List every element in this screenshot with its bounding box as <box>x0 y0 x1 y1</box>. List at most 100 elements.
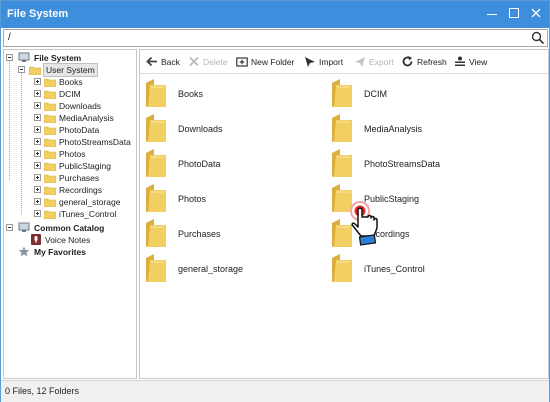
collapse-toggle[interactable] <box>18 66 25 73</box>
folder-icon <box>44 102 56 111</box>
folder-icon <box>44 186 56 195</box>
path-input[interactable]: / <box>8 32 11 43</box>
tree-label-common-catalog: Common Catalog <box>34 223 105 233</box>
folder-name: general_storage <box>178 264 244 274</box>
folder-item[interactable]: PhotoData <box>144 147 324 179</box>
expand-toggle[interactable] <box>34 138 41 145</box>
search-icon[interactable] <box>531 31 545 45</box>
tree-folder-label: DCIM <box>59 89 81 99</box>
minimize-icon <box>487 14 497 15</box>
folder-item[interactable]: Books <box>144 77 324 109</box>
folder-name: iTunes_Control <box>364 264 425 274</box>
folder-item[interactable]: PhotoStreamsData <box>330 147 510 179</box>
computer-icon <box>18 52 30 62</box>
tree-folder-label: iTunes_Control <box>59 209 117 219</box>
expand-toggle[interactable] <box>34 186 41 193</box>
folder-icon <box>332 79 352 107</box>
expand-toggle[interactable] <box>34 102 41 109</box>
view-icon <box>455 56 465 66</box>
folder-icon <box>146 219 166 247</box>
folder-name: Books <box>178 89 204 99</box>
new-folder-label: New Folder <box>251 57 295 67</box>
folder-name: PhotoStreamsData <box>364 159 441 169</box>
export-icon <box>355 57 365 67</box>
folder-name: MediaAnalysis <box>364 124 423 134</box>
computer-icon <box>18 222 30 232</box>
expand-toggle[interactable] <box>34 126 41 133</box>
status-bar: 0 Files, 12 Folders <box>1 380 549 402</box>
folder-name: Purchases <box>178 229 221 239</box>
tree-line <box>21 72 22 214</box>
new-folder-button[interactable]: New Folder <box>236 56 294 68</box>
voice-notes-icon <box>31 234 41 245</box>
expand-toggle[interactable] <box>34 174 41 181</box>
expand-toggle[interactable] <box>34 90 41 97</box>
import-label: Import <box>319 57 344 67</box>
collapse-toggle[interactable] <box>6 224 13 231</box>
toolbar: Back Delete New Folder Import Export Ref… <box>140 50 548 74</box>
tree-line <box>9 60 10 180</box>
folder-name: Downloads <box>178 124 223 134</box>
tree-folder-label: Recordings <box>59 185 102 195</box>
refresh-label: Refresh <box>417 57 447 67</box>
folder-grid: Books DCIM Downloads MediaAnalysis PhotoData… <box>140 75 548 379</box>
star-icon <box>18 246 30 257</box>
back-button[interactable]: Back <box>146 56 180 68</box>
tree-folder-label: PhotoData <box>59 125 100 135</box>
folder-icon <box>44 210 56 219</box>
folder-item[interactable]: Purchases <box>144 217 324 249</box>
tree-folder-label: Purchases <box>59 173 100 183</box>
collapse-toggle[interactable] <box>6 54 13 61</box>
folder-item[interactable]: DCIM <box>330 77 510 109</box>
folder-icon <box>44 114 56 123</box>
tree-folder-label: MediaAnalysis <box>59 113 114 123</box>
tree-label-voice-notes: Voice Notes <box>45 235 91 245</box>
export-button[interactable]: Export <box>354 56 394 68</box>
folder-icon <box>146 79 166 107</box>
status-text: 0 Files, 12 Folders <box>5 386 80 396</box>
refresh-button[interactable]: Refresh <box>402 56 447 68</box>
minimize-button[interactable] <box>483 4 501 22</box>
folder-item[interactable]: Photos <box>144 182 324 214</box>
maximize-icon <box>509 8 519 18</box>
expand-toggle[interactable] <box>34 114 41 121</box>
folder-item[interactable]: MediaAnalysis <box>330 112 510 144</box>
tree-label-user-system: User System <box>43 63 98 77</box>
folder-item[interactable]: Downloads <box>144 112 324 144</box>
back-label: Back <box>161 57 180 67</box>
expand-toggle[interactable] <box>34 78 41 85</box>
back-arrow-icon <box>146 56 157 67</box>
view-label: View <box>469 57 488 67</box>
import-button[interactable]: Import <box>304 56 343 68</box>
delete-button[interactable]: Delete <box>188 56 228 68</box>
folder-icon <box>332 149 352 177</box>
expand-toggle[interactable] <box>34 150 41 157</box>
close-button[interactable] <box>527 4 545 22</box>
expand-toggle[interactable] <box>34 198 41 205</box>
import-icon <box>305 57 315 67</box>
expand-toggle[interactable] <box>34 162 41 169</box>
tree-folder-label: general_storage <box>59 197 121 207</box>
folder-icon <box>332 254 352 282</box>
delete-icon <box>189 56 199 67</box>
folder-icon <box>146 149 166 177</box>
path-bar[interactable]: / <box>3 29 548 47</box>
folder-icon <box>44 198 56 207</box>
title-bar: File System <box>1 1 549 28</box>
folder-item[interactable]: iTunes_Control <box>330 252 510 284</box>
folder-icon <box>44 78 56 87</box>
folder-item[interactable]: general_storage <box>144 252 324 284</box>
close-icon <box>531 8 541 18</box>
folder-icon <box>44 162 56 171</box>
tree-folder-label: PhotoStreamsData <box>59 137 131 147</box>
view-button[interactable]: View <box>454 56 487 68</box>
folder-icon <box>44 126 56 135</box>
folder-icon <box>44 150 56 159</box>
folder-icon <box>146 114 166 142</box>
export-label: Export <box>369 57 394 67</box>
new-folder-icon <box>236 57 248 67</box>
delete-label: Delete <box>203 57 228 67</box>
window-title: File System <box>7 8 69 20</box>
expand-toggle[interactable] <box>34 210 41 217</box>
maximize-button[interactable] <box>505 4 523 22</box>
